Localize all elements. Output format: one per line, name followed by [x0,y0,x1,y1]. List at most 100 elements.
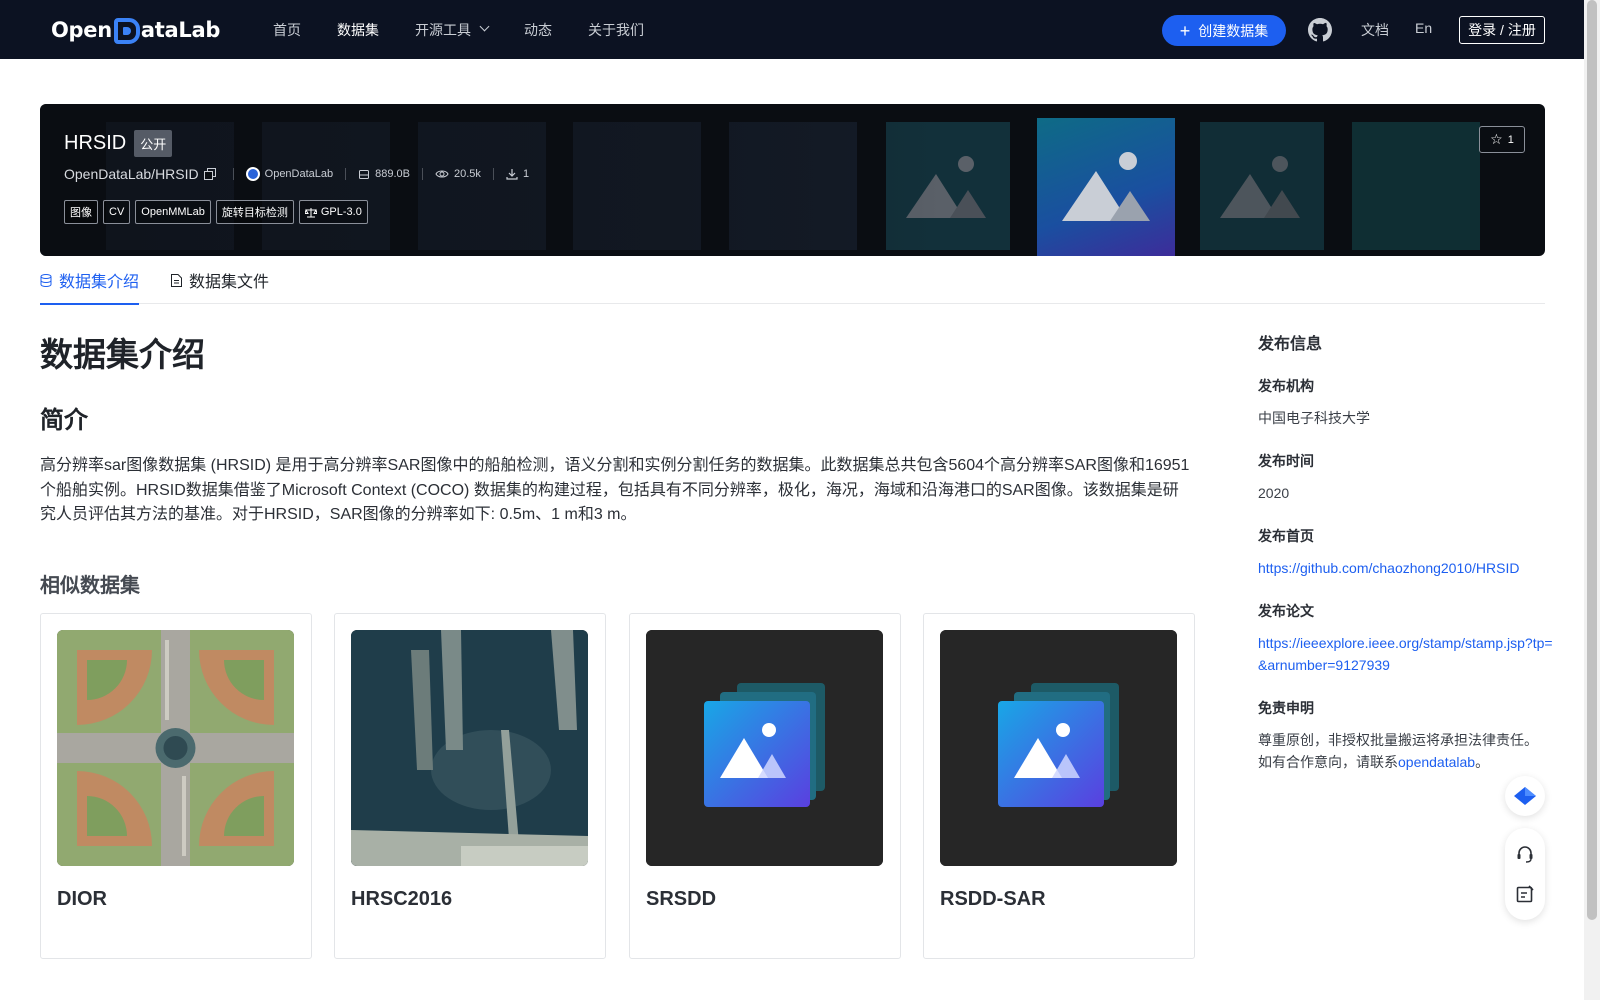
similar-dataset-card-srsdd[interactable]: SRSDD [629,613,901,959]
image-placeholder-icon [1220,156,1300,218]
dataset-description: 高分辨率sar图像数据集 (HRSID) 是用于高分辨率SAR图像中的船舶检测，… [40,457,1190,523]
download-icon [506,169,518,180]
disclaimer-label: 免责申明 [1258,700,1314,716]
dataset-tabs: 数据集介绍 数据集文件 [40,256,1545,305]
nav-links: 首页 数据集 开源工具 动态 关于我们 [273,0,680,59]
similar-datasets-title: 相似数据集 [40,575,140,597]
tag[interactable]: CV [103,200,131,224]
paper-label: 发布论文 [1258,603,1314,619]
paper-link[interactable]: https://ieeexplore.ieee.org/stamp/stamp.… [1258,632,1558,676]
nav-link-tools[interactable]: 开源工具 [415,20,490,40]
nav-link-news[interactable]: 动态 [524,20,552,40]
dataset-views-value: 20.5k [454,168,481,180]
license-tag[interactable]: GPL-3.0 [298,200,368,224]
logo-text-right: ataLab [140,18,221,42]
page-scrollbar[interactable] [1584,0,1600,1000]
homepage-label: 发布首页 [1258,528,1314,544]
plus-icon: + [1179,20,1191,41]
dataset-meta: OpenDataLab/HRSID OpenDataLab 889.0B 20.… [64,166,529,182]
publish-info-heading: 发布信息 [1258,336,1323,353]
dataset-cover-image [646,630,883,866]
contact-link[interactable]: opendatalab [1398,754,1475,770]
dataset-size-value: 889.0B [375,168,411,180]
star-button[interactable]: ☆ 1 [1479,126,1525,153]
dataset-banner: HRSID 公开 OpenDataLab/HRSID OpenDataLab 8… [40,104,1545,256]
disclaimer-line1: 尊重原创，非授权批量搬运将承担法律责任。 [1258,732,1538,748]
scale-icon [304,207,317,217]
similar-dataset-card-hrsc2016[interactable]: HRSC2016 [334,613,606,959]
image-placeholder-icon [906,156,986,218]
logo-text-left: Open [51,18,112,42]
homepage-link[interactable]: https://github.com/chaozhong2010/HRSID [1258,557,1558,579]
create-dataset-button[interactable]: + 创建数据集 [1162,15,1286,46]
dataset-cover-image [57,630,294,866]
floating-tools [1505,828,1545,920]
banner-thumbnail [418,122,546,250]
star-count: 1 [1507,133,1514,146]
tab-dataset-files[interactable]: 数据集文件 [171,256,269,304]
dataset-downloads-value: 1 [522,168,530,180]
top-navigation: Open ataLab 首页 数据集 开源工具 动态 关于我们 + 创建数据集 文… [0,0,1584,59]
meta-divider [232,168,234,180]
language-switch[interactable]: En [1415,20,1432,36]
meta-divider [492,168,494,180]
dataset-size: 889.0B [358,168,410,180]
publish-info-sidebar: 发布信息 发布机构 中国电子科技大学 发布时间 2020 发布首页 https:… [1258,330,1558,795]
chevron-down-icon [479,21,490,32]
banner-thumbnail [262,122,390,250]
dataset-org[interactable]: OpenDataLab [245,167,334,181]
dataset-downloads: 1 [506,168,529,180]
nav-link-home[interactable]: 首页 [273,20,301,40]
banner-thumbnail-active [1037,118,1175,256]
similar-dataset-name: HRSC2016 [351,888,453,910]
repo-path-text: OpenDataLab/HRSID [64,166,199,182]
publisher-label: 发布机构 [1258,378,1314,394]
page-title: 数据集介绍 [40,336,205,373]
banner-thumbnail [1200,122,1324,250]
diamond-logo-icon [1514,787,1536,805]
copy-icon[interactable] [203,168,216,180]
file-icon [171,273,183,287]
customer-service-icon[interactable] [1515,844,1535,864]
publish-time-label: 发布时间 [1258,453,1314,469]
github-icon[interactable] [1308,18,1332,42]
similar-dataset-card-dior[interactable]: DIOR [40,613,312,959]
database-icon [40,273,52,287]
license-name: GPL-3.0 [320,206,362,218]
nav-link-datasets[interactable]: 数据集 [337,20,379,40]
scrollbar-thumb[interactable] [1587,0,1597,920]
meta-divider [345,168,347,180]
nav-docs-link[interactable]: 文档 [1361,20,1389,40]
tag[interactable]: 旋转目标检测 [215,200,294,224]
assistant-button[interactable] [1505,776,1545,816]
disclaimer-line2: 如有合作意向，请联系 [1258,754,1398,770]
opendatalab-logo[interactable]: Open ataLab [51,14,220,46]
tab-dataset-intro[interactable]: 数据集介绍 [40,256,140,305]
dataset-cover-image [940,630,1177,866]
similar-dataset-name: SRSDD [646,888,717,910]
nav-link-about[interactable]: 关于我们 [588,20,644,40]
image-placeholder-icon [940,630,1177,866]
tag[interactable]: 图像 [64,200,98,224]
harbor-ships-aerial-image [351,630,588,866]
banner-thumbnail [886,122,1010,250]
similar-dataset-name: RSDD-SAR [940,888,1046,910]
feedback-icon[interactable] [1515,884,1535,904]
org-name: OpenDataLab [264,168,334,180]
image-placeholder-icon [646,630,883,866]
dataset-views: 20.5k [435,168,481,180]
tag[interactable]: OpenMMLab [135,200,211,224]
similar-dataset-card-rsdd-sar[interactable]: RSDD-SAR [923,613,1195,959]
repo-path[interactable]: OpenDataLab/HRSID [64,166,221,182]
eye-icon [435,170,449,178]
tab-dataset-files-label: 数据集文件 [189,274,270,291]
dataset-title: HRSID 公开 [64,130,173,157]
login-register-button[interactable]: 登录 / 注册 [1459,16,1545,44]
star-icon: ☆ [1490,131,1503,147]
nav-link-tools-label: 开源工具 [415,21,471,38]
banner-thumbnail [1352,122,1480,250]
baseball-fields-aerial-image [57,630,294,866]
tab-dataset-intro-label: 数据集介绍 [59,274,140,291]
dataset-name: HRSID [64,132,127,154]
dataset-tags: 图像 CV OpenMMLab 旋转目标检测 GPL-3.0 [64,200,373,224]
